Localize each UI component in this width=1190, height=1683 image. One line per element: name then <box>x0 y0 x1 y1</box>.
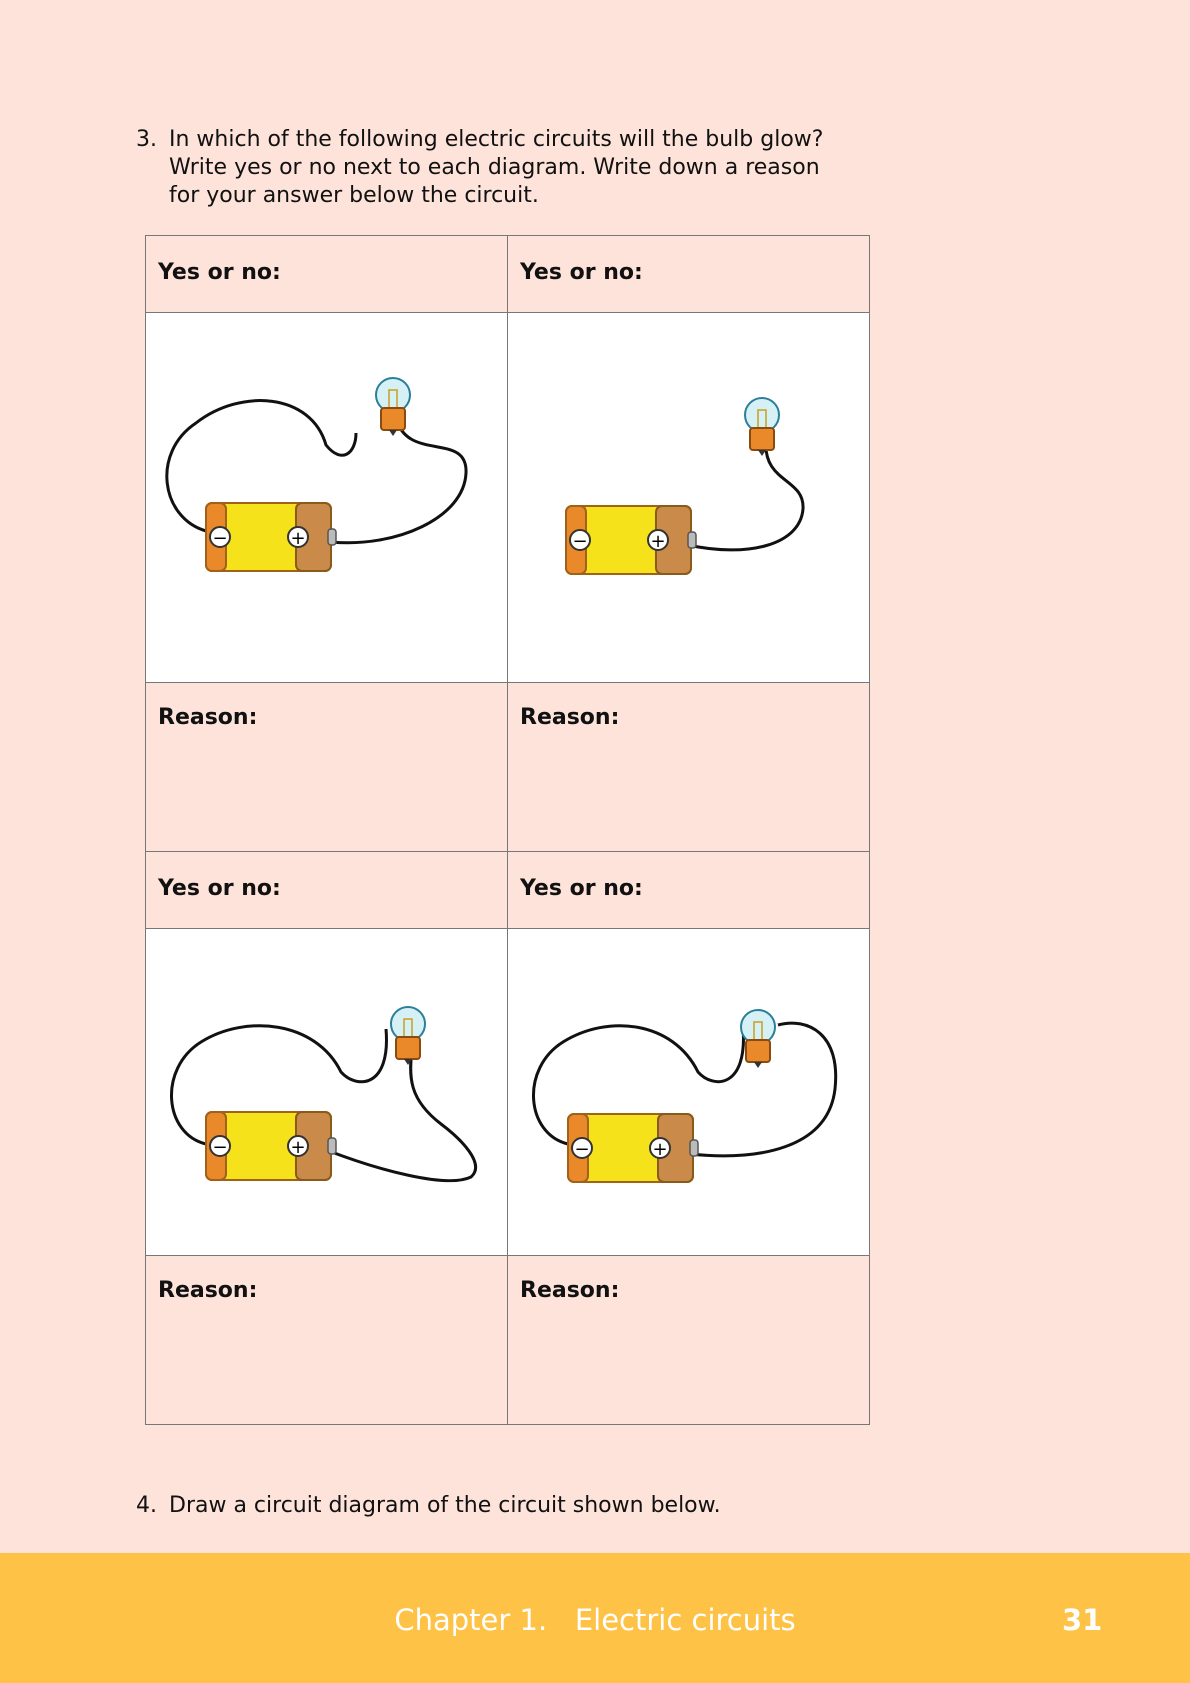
reason-cell-1[interactable]: Reason: <box>145 682 508 852</box>
bulb-icon <box>740 1009 776 1068</box>
circuit-diagram-1: − + <box>145 312 508 683</box>
battery-icon: − + <box>565 505 697 575</box>
circuit-diagram-4: − + <box>507 928 870 1256</box>
battery-negative-mark: − <box>574 1139 589 1160</box>
yes-no-label: Yes or no: <box>520 876 643 901</box>
battery-icon: − + <box>205 1111 337 1181</box>
circuit-diagram-2: − + <box>507 312 870 683</box>
circuit-diagram-3: − + <box>145 928 508 1256</box>
chapter-title: Chapter 1. Electric circuits <box>394 1603 796 1637</box>
yes-no-label: Yes or no: <box>158 260 281 285</box>
wire <box>328 1038 478 1183</box>
yes-no-cell-4[interactable]: Yes or no: <box>507 851 870 929</box>
bulb-icon <box>390 1006 426 1065</box>
reason-label: Reason: <box>520 1278 620 1303</box>
reason-cell-4[interactable]: Reason: <box>507 1255 870 1425</box>
battery-negative-mark: − <box>572 531 587 552</box>
wire <box>687 440 805 552</box>
question-line: In which of the following electric circu… <box>169 127 824 152</box>
question-text: Draw a circuit diagram of the circuit sh… <box>169 1493 721 1518</box>
yes-no-cell-2[interactable]: Yes or no: <box>507 235 870 313</box>
page-number: 31 <box>1062 1603 1103 1637</box>
reason-cell-3[interactable]: Reason: <box>145 1255 508 1425</box>
battery-icon: − + <box>567 1113 699 1183</box>
battery-positive-mark: + <box>650 531 665 552</box>
battery-icon: − + <box>205 502 337 572</box>
question-number: 4. <box>136 1493 157 1518</box>
yes-no-cell-3[interactable]: Yes or no: <box>145 851 508 929</box>
reason-label: Reason: <box>158 705 258 730</box>
battery-positive-mark: + <box>290 528 305 549</box>
question-line: Write yes or no next to each diagram. Wr… <box>169 155 820 180</box>
yes-no-cell-1[interactable]: Yes or no: <box>145 235 508 313</box>
battery-negative-mark: − <box>212 528 227 549</box>
question-line: for your answer below the circuit. <box>169 183 539 208</box>
yes-no-label: Yes or no: <box>158 876 281 901</box>
yes-no-label: Yes or no: <box>520 260 643 285</box>
footer-band: Chapter 1. Electric circuits 31 <box>0 1553 1190 1683</box>
reason-label: Reason: <box>158 1278 258 1303</box>
bulb-icon <box>375 377 411 436</box>
reason-label: Reason: <box>520 705 620 730</box>
wire <box>330 416 468 545</box>
bulb-icon <box>744 397 780 456</box>
question-number: 3. <box>136 127 157 152</box>
question-text: In which of the following electric circu… <box>169 126 889 210</box>
battery-negative-mark: − <box>212 1137 227 1158</box>
battery-positive-mark: + <box>652 1139 667 1160</box>
reason-cell-2[interactable]: Reason: <box>507 682 870 852</box>
battery-positive-mark: + <box>290 1137 305 1158</box>
